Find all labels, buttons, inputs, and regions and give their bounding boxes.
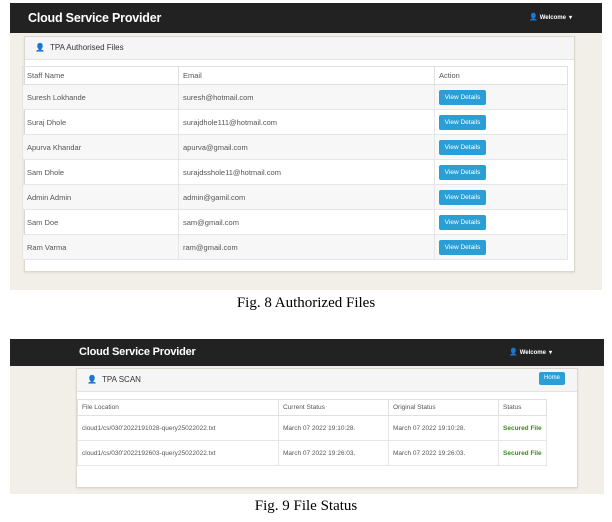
action-cell: View Details <box>434 209 568 235</box>
user-icon: 👤 <box>509 349 518 356</box>
column-header-current-status: Current Status <box>278 399 389 416</box>
brand-link[interactable]: Cloud Service Provider <box>28 3 161 33</box>
user-icon: 👤 <box>87 375 97 384</box>
action-cell: View Details <box>434 84 568 110</box>
file-status-table: File Location Current Status Original St… <box>77 399 547 466</box>
current-status-cell: March 07 2022 19:26:03. <box>278 440 389 466</box>
staff-name-cell: Suraj Dhole <box>22 109 179 135</box>
staff-name-cell: Suresh Lokhande <box>22 84 179 110</box>
action-cell: View Details <box>434 109 568 135</box>
view-details-button[interactable]: View Details <box>439 189 486 205</box>
panel-header: 👤 TPA SCAN <box>77 369 577 392</box>
email-cell: apurva@gmail.com <box>178 134 435 160</box>
staff-name-cell: Sam Doe <box>22 209 179 235</box>
welcome-menu[interactable]: 👤 Welcome ▾ <box>529 3 572 33</box>
table-row: cloud1/cs/030'2022191028-query25022022.t… <box>77 415 547 441</box>
table-row: Suraj Dhole surajdhole111@hotmail.com Vi… <box>22 109 568 135</box>
user-icon: 👤 <box>35 43 45 52</box>
email-cell: ram@gmail.com <box>178 234 435 260</box>
table-row: Admin Admin admin@gamil.com View Details <box>22 184 568 210</box>
action-cell: View Details <box>434 159 568 185</box>
table-row: Suresh Lokhande suresh@hotmail.com View … <box>22 84 568 110</box>
staff-name-cell: Admin Admin <box>22 184 179 210</box>
navbar: Cloud Service Provider 👤 Welcome ▾ <box>10 3 602 33</box>
welcome-label: Welcome <box>539 15 566 21</box>
file-location-cell: cloud1/cs/030'2022191028-query25022022.t… <box>77 415 279 441</box>
chevron-down-icon: ▾ <box>548 350 552 356</box>
file-location-cell: cloud1/cs/030'2022192603-query25022022.t… <box>77 440 279 466</box>
status-cell: Secured File <box>498 415 547 441</box>
email-cell: surajdhole111@hotmail.com <box>178 109 435 135</box>
column-header-action: Action <box>434 66 568 85</box>
status-badge: Secured File <box>503 424 542 432</box>
table-row: Apurva Khandar apurva@gmail.com View Det… <box>22 134 568 160</box>
column-header-status: Status <box>498 399 547 416</box>
table-row: Sam Doe sam@gmail.com View Details <box>22 209 568 235</box>
action-cell: View Details <box>434 184 568 210</box>
user-icon: 👤 <box>529 14 538 21</box>
table-row: Sam Dhole surajdsshole11@hotmail.com Vie… <box>22 159 568 185</box>
table-header-row: Staff Name Email Action <box>22 66 568 85</box>
status-badge: Secured File <box>503 449 542 457</box>
column-header-email: Email <box>178 66 435 85</box>
current-status-cell: March 07 2022 19:10:28. <box>278 415 389 441</box>
panel-title: TPA Authorised Files <box>49 43 124 52</box>
view-details-button[interactable]: View Details <box>439 89 486 105</box>
email-cell: surajdsshole11@hotmail.com <box>178 159 435 185</box>
home-button[interactable]: Home <box>539 372 565 385</box>
column-header-file-location: File Location <box>77 399 279 416</box>
status-cell: Secured File <box>498 440 547 466</box>
column-header-staff-name: Staff Name <box>22 66 179 85</box>
view-details-button[interactable]: View Details <box>439 214 486 230</box>
brand-link[interactable]: Cloud Service Provider <box>79 339 196 366</box>
table-row: Ram Varma ram@gmail.com View Details <box>22 234 568 260</box>
authorised-files-table: Staff Name Email Action Suresh Lokhande … <box>22 66 568 260</box>
staff-name-cell: Sam Dhole <box>22 159 179 185</box>
panel-title: TPA SCAN <box>101 375 141 384</box>
original-status-cell: March 07 2022 19:10:28. <box>388 415 499 441</box>
view-details-button[interactable]: View Details <box>439 164 486 180</box>
email-cell: sam@gmail.com <box>178 209 435 235</box>
table-header-row: File Location Current Status Original St… <box>77 399 547 416</box>
table-row: cloud1/cs/030'2022192603-query25022022.t… <box>77 440 547 466</box>
navbar: Cloud Service Provider 👤 Welcome ▾ <box>10 339 604 366</box>
email-cell: suresh@hotmail.com <box>178 84 435 110</box>
panel-header: 👤 TPA Authorised Files <box>25 37 574 60</box>
figure-caption: Fig. 9 File Status <box>254 498 358 514</box>
view-details-button[interactable]: View Details <box>439 114 486 130</box>
welcome-menu[interactable]: 👤 Welcome ▾ <box>509 339 552 367</box>
chevron-down-icon: ▾ <box>568 15 572 21</box>
staff-name-cell: Ram Varma <box>22 234 179 260</box>
welcome-label: Welcome <box>519 350 546 356</box>
view-details-button[interactable]: View Details <box>439 139 486 155</box>
original-status-cell: March 07 2022 19:26:03. <box>388 440 499 466</box>
column-header-original-status: Original Status <box>388 399 499 416</box>
figure-caption: Fig. 8 Authorized Files <box>236 295 376 311</box>
staff-name-cell: Apurva Khandar <box>22 134 179 160</box>
email-cell: admin@gamil.com <box>178 184 435 210</box>
action-cell: View Details <box>434 234 568 260</box>
view-details-button[interactable]: View Details <box>439 239 486 255</box>
action-cell: View Details <box>434 134 568 160</box>
